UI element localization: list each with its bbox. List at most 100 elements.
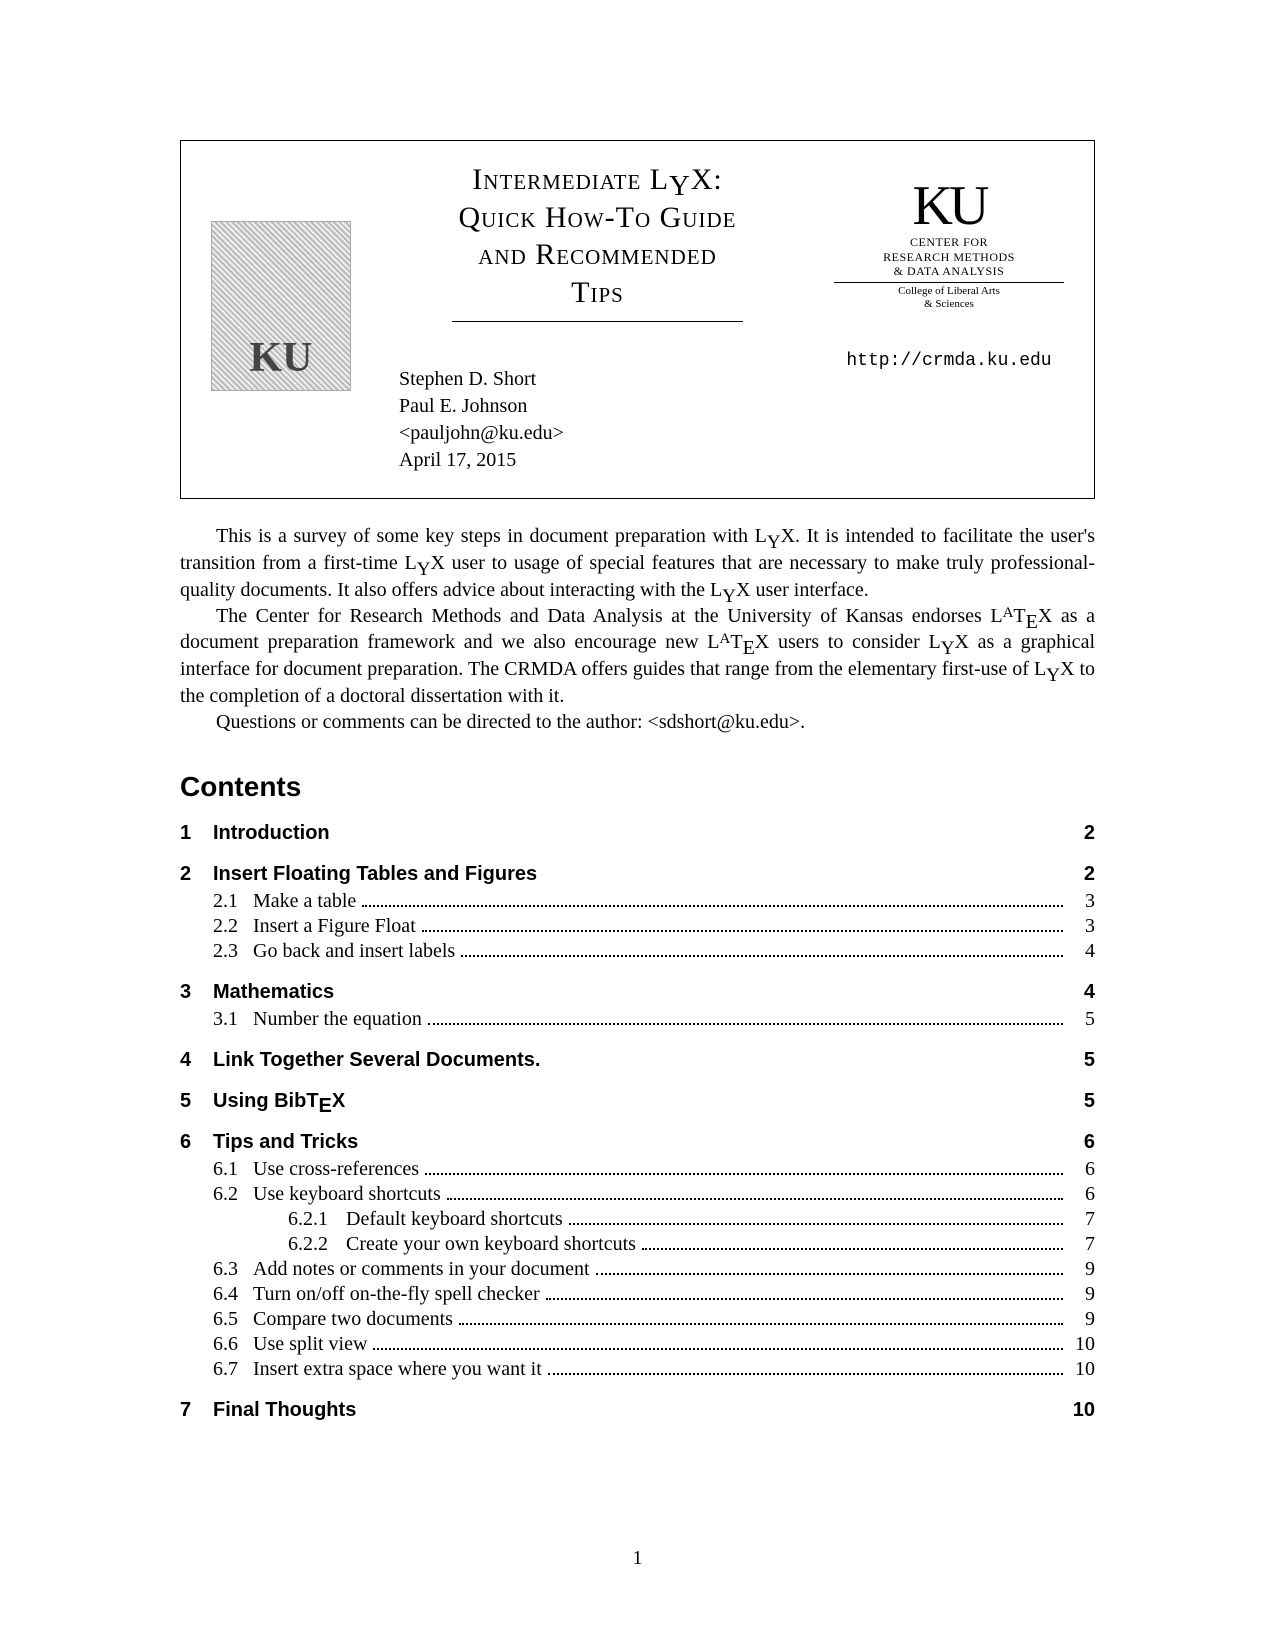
jayhawk-ku-text: KU [250, 334, 313, 382]
toc-entry[interactable]: 6.2.2Create your own keyboard shortcuts 7 [180, 1232, 1095, 1257]
toc-leader-dots [546, 1298, 1063, 1300]
table-of-contents: 1Introduction22Insert Floating Tables an… [180, 821, 1095, 1423]
toc-number: 2.1 [213, 889, 253, 914]
toc-leader-dots [461, 955, 1063, 957]
toc-title: Using BibTEX [213, 1089, 345, 1114]
toc-leader-dots [447, 1198, 1063, 1200]
toc-entry[interactable]: 2.1Make a table 3 [180, 889, 1095, 914]
toc-leader-dots [362, 905, 1063, 907]
toc-page-number: 6 [1067, 1182, 1095, 1207]
toc-number: 6.7 [213, 1357, 253, 1382]
toc-title: Make a table [253, 889, 356, 914]
toc-entry[interactable]: 7Final Thoughts10 [180, 1398, 1095, 1423]
toc-number: 4 [180, 1048, 213, 1073]
jayhawk-logo-col: KU [211, 161, 361, 391]
toc-number: 6.5 [213, 1307, 253, 1332]
toc-entry[interactable]: 6.4Turn on/off on-the-fly spell checker9 [180, 1282, 1095, 1307]
jayhawk-logo: KU [211, 221, 351, 391]
toc-leader-dots [425, 1173, 1063, 1175]
toc-number: 6.2 [213, 1182, 253, 1207]
toc-leader-dots [422, 930, 1063, 932]
toc-title: Turn on/off on-the-fly spell checker [253, 1282, 540, 1307]
toc-entry[interactable]: 6.3Add notes or comments in your documen… [180, 1257, 1095, 1282]
toc-page-number: 5 [1067, 1007, 1095, 1032]
toc-entry[interactable]: 6.2.1Default keyboard shortcuts 7 [180, 1207, 1095, 1232]
toc-page-number: 4 [1067, 980, 1095, 1005]
toc-title: Default keyboard shortcuts [346, 1207, 563, 1232]
document-page: KU Intermediate LYX: Quick How-To Guide … [0, 0, 1275, 1650]
toc-page-number: 10 [1067, 1332, 1095, 1357]
toc-leader-dots [373, 1348, 1063, 1350]
toc-entry[interactable]: 6.6Use split view 10 [180, 1332, 1095, 1357]
toc-number: 6 [180, 1130, 213, 1155]
abstract-text: This is a survey of some key steps in do… [180, 523, 1095, 734]
toc-page-number: 5 [1067, 1089, 1095, 1114]
toc-page-number: 2 [1067, 862, 1095, 887]
toc-title: Create your own keyboard shortcuts [346, 1232, 636, 1257]
toc-title: Use split view [253, 1332, 367, 1357]
toc-title: Insert extra space where you want it [253, 1357, 542, 1382]
toc-page-number: 3 [1067, 889, 1095, 914]
toc-leader-dots [642, 1248, 1063, 1250]
author-name-1: Stephen D. Short [399, 366, 806, 393]
toc-page-number: 9 [1067, 1307, 1095, 1332]
crmda-url: http://crmda.ku.edu [834, 351, 1064, 371]
toc-title: Add notes or comments in your document [253, 1257, 590, 1282]
toc-leader-dots [569, 1223, 1063, 1225]
toc-entry[interactable]: 6.2Use keyboard shortcuts6 [180, 1182, 1095, 1207]
title-box: KU Intermediate LYX: Quick How-To Guide … [180, 140, 1095, 499]
toc-entry[interactable]: 2.2Insert a Figure Float3 [180, 914, 1095, 939]
toc-entry[interactable]: 3Mathematics 4 [180, 980, 1095, 1005]
toc-number: 2.3 [213, 939, 253, 964]
toc-page-number: 10 [1067, 1398, 1095, 1423]
title-rule [452, 321, 744, 322]
toc-title: Compare two documents [253, 1307, 453, 1332]
toc-number: 3 [180, 980, 213, 1005]
contents-heading: Contents [180, 771, 1095, 803]
toc-number: 2.2 [213, 914, 253, 939]
toc-entry[interactable]: 6.5Compare two documents 9 [180, 1307, 1095, 1332]
page-number: 1 [0, 1547, 1275, 1570]
author-name-2: Paul E. Johnson [399, 393, 806, 420]
toc-number: 2 [180, 862, 213, 887]
toc-number: 6.3 [213, 1257, 253, 1282]
toc-page-number: 9 [1067, 1282, 1095, 1307]
toc-entry[interactable]: 6Tips and Tricks6 [180, 1130, 1095, 1155]
toc-page-number: 2 [1067, 821, 1095, 846]
toc-leader-dots [428, 1023, 1063, 1025]
title-column: Intermediate LYX: Quick How-To Guide and… [389, 161, 806, 474]
toc-title: Mathematics [213, 980, 334, 1005]
toc-entry[interactable]: 2Insert Floating Tables and Figures2 [180, 862, 1095, 887]
document-title: Intermediate LYX: Quick How-To Guide and… [389, 161, 806, 311]
toc-entry[interactable]: 6.1Use cross-references6 [180, 1157, 1095, 1182]
toc-number: 6.2.1 [288, 1207, 346, 1232]
toc-entry[interactable]: 2.3Go back and insert labels4 [180, 939, 1095, 964]
toc-title: Introduction [213, 821, 330, 846]
author-email: <pauljohn@ku.edu> [399, 420, 806, 447]
toc-page-number: 7 [1067, 1207, 1095, 1232]
toc-number: 1 [180, 821, 213, 846]
document-date: April 17, 2015 [399, 447, 806, 474]
toc-page-number: 10 [1067, 1357, 1095, 1382]
toc-entry[interactable]: 4Link Together Several Documents.5 [180, 1048, 1095, 1073]
toc-page-number: 5 [1067, 1048, 1095, 1073]
toc-page-number: 6 [1067, 1157, 1095, 1182]
toc-leader-dots [596, 1273, 1063, 1275]
toc-entry[interactable]: 5Using BibTEX5 [180, 1089, 1095, 1114]
toc-title: Insert Floating Tables and Figures [213, 862, 537, 887]
toc-title: Final Thoughts [213, 1398, 356, 1423]
toc-title: Number the equation [253, 1007, 422, 1032]
author-block: Stephen D. Short Paul E. Johnson <pauljo… [399, 366, 806, 474]
toc-entry[interactable]: 3.1Number the equation5 [180, 1007, 1095, 1032]
toc-number: 6.2.2 [288, 1232, 346, 1257]
toc-leader-dots [459, 1323, 1063, 1325]
toc-title: Insert a Figure Float [253, 914, 416, 939]
toc-entry[interactable]: 1Introduction 2 [180, 821, 1095, 846]
toc-entry[interactable]: 6.7Insert extra space where you want it 1… [180, 1357, 1095, 1382]
toc-title: Tips and Tricks [213, 1130, 358, 1155]
toc-page-number: 7 [1067, 1232, 1095, 1257]
toc-page-number: 4 [1067, 939, 1095, 964]
toc-number: 6.6 [213, 1332, 253, 1357]
intro-para-3: Questions or comments can be directed to… [180, 709, 1095, 735]
toc-number: 5 [180, 1089, 213, 1114]
